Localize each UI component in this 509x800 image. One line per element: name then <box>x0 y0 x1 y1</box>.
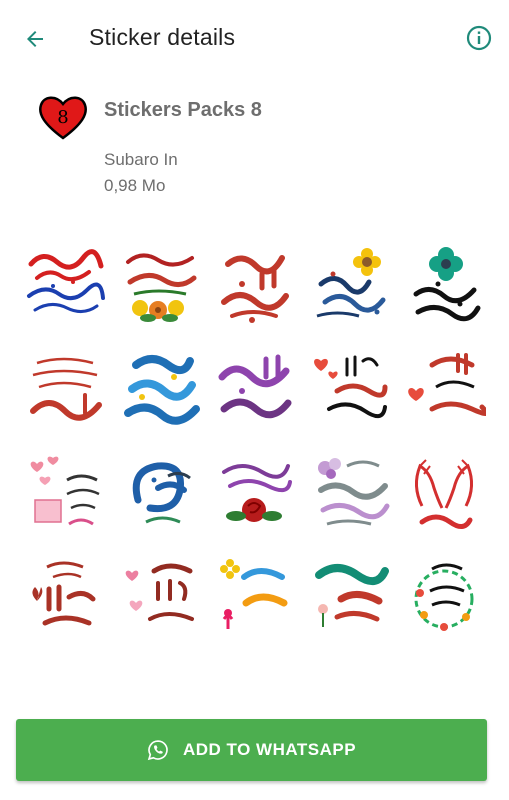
sticker-item[interactable] <box>396 337 491 440</box>
sticker-item[interactable] <box>396 440 491 543</box>
sticker-sabah-noor-yellow <box>220 558 288 629</box>
sticker-saat-istijaba-blue <box>123 354 200 425</box>
sticker-item[interactable] <box>18 543 113 646</box>
sticker-item[interactable] <box>207 337 302 440</box>
heart-8-icon: 8 <box>39 96 87 140</box>
sticker-item[interactable] <box>113 543 208 646</box>
pack-header: 8 Stickers Packs 8 Subaro In 0,98 Mo <box>0 78 509 218</box>
sticker-sabah-blue <box>132 461 191 523</box>
sticker-jumua-teal-flower <box>413 246 481 321</box>
add-to-whatsapp-button[interactable]: ADD TO WHATSAPP <box>16 719 487 781</box>
sticker-salla-rose <box>222 463 293 522</box>
add-to-whatsapp-label: ADD TO WHATSAPP <box>182 740 357 759</box>
sticker-item[interactable] <box>302 234 397 337</box>
pack-icon-number: 8 <box>57 107 68 128</box>
sticker-item[interactable] <box>113 337 208 440</box>
sticker-duaa-red <box>30 357 103 421</box>
sticker-item[interactable] <box>207 543 302 646</box>
sticker-amin-hands <box>414 458 473 529</box>
sticker-nasalukum-purple <box>218 354 292 418</box>
info-icon <box>466 25 492 51</box>
arrow-back-icon <box>27 31 43 47</box>
info-button[interactable] <box>465 24 493 52</box>
sticker-item[interactable] <box>302 337 397 440</box>
sticker-item[interactable] <box>302 440 397 543</box>
sticker-item[interactable] <box>302 543 397 646</box>
sticker-jumua-red-blue <box>27 248 106 313</box>
sticker-jumua-yellow-flower <box>316 247 386 317</box>
sticker-sabah-khair-teal <box>315 563 390 627</box>
sticker-sabahkum-butterfly <box>32 561 96 625</box>
sticker-tayyib-flowers <box>125 253 197 322</box>
back-button[interactable] <box>20 24 50 54</box>
page-title: Sticker details <box>89 24 236 50</box>
sticker-item[interactable] <box>18 440 113 543</box>
sticker-sabah-khairat-lilac <box>318 457 390 525</box>
sticker-item[interactable] <box>113 234 208 337</box>
sticker-allah-hearts <box>314 355 388 418</box>
sticker-sabahkum-hearts <box>30 456 100 525</box>
sticker-item[interactable] <box>18 234 113 337</box>
sticker-item[interactable] <box>207 440 302 543</box>
sticker-jumua-mubaraka-red <box>221 254 290 323</box>
whatsapp-icon <box>147 740 168 761</box>
pack-name: Stickers Packs 8 <box>104 99 262 121</box>
sticker-tawakkul-wreath <box>414 563 474 631</box>
sticker-asaad-pink-hearts <box>125 563 194 621</box>
pack-size: 0,98 Mo <box>104 176 166 195</box>
sticker-item[interactable] <box>18 337 113 440</box>
sticker-item[interactable] <box>396 234 491 337</box>
sticker-item[interactable] <box>396 543 491 646</box>
pack-author: Subaro In <box>104 150 178 169</box>
sticker-item[interactable] <box>113 440 208 543</box>
sticker-item[interactable] <box>207 234 302 337</box>
sticker-grid <box>18 234 491 646</box>
toolbar: Sticker details <box>0 0 509 78</box>
sticker-asaad-heart <box>407 352 486 416</box>
